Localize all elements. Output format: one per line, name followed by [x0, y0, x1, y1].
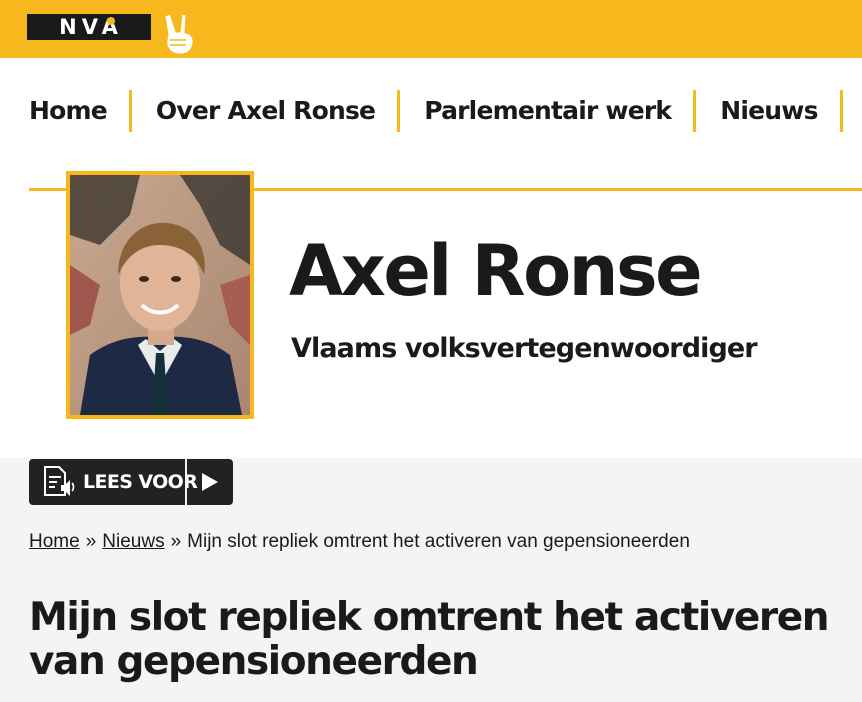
logo-text: NVA: [27, 14, 151, 40]
nav-item-nieuws[interactable]: Nieuws: [696, 90, 843, 132]
main-nav: Home Over Axel Ronse Parlementair werk N…: [0, 88, 843, 134]
hero-role: Vlaams volksvertegenwoordiger: [291, 333, 758, 364]
lees-voor-divider: [185, 459, 187, 505]
play-icon[interactable]: [201, 472, 219, 492]
hero-name: Axel Ronse: [289, 230, 703, 312]
lees-voor-button[interactable]: LEES VOOR: [29, 459, 233, 505]
nva-logo[interactable]: NVA: [27, 14, 151, 40]
breadcrumb-nieuws[interactable]: Nieuws: [102, 531, 164, 552]
breadcrumb-separator: »: [170, 531, 182, 552]
breadcrumb-current: Mijn slot repliek omtrent het activeren …: [187, 531, 690, 552]
article-title: Mijn slot repliek omtrent het activeren …: [29, 595, 830, 684]
lees-voor-label: LEES VOOR: [83, 471, 198, 493]
victory-hand-icon: [164, 13, 194, 55]
breadcrumb-home[interactable]: Home: [29, 531, 80, 552]
breadcrumb: Home» Nieuws» Mijn slot repliek omtrent he…: [29, 531, 690, 553]
top-bar: NVA: [0, 0, 862, 58]
nav-item-home[interactable]: Home: [0, 90, 132, 132]
logo-dot: [107, 17, 115, 25]
nav-item-over-axel-ronse[interactable]: Over Axel Ronse: [132, 90, 401, 132]
breadcrumb-separator: »: [85, 531, 97, 552]
nav-item-parlementair-werk[interactable]: Parlementair werk: [400, 90, 697, 132]
portrait-illustration: [70, 175, 250, 415]
portrait-photo: [66, 171, 254, 419]
document-speaker-icon: [44, 466, 75, 496]
